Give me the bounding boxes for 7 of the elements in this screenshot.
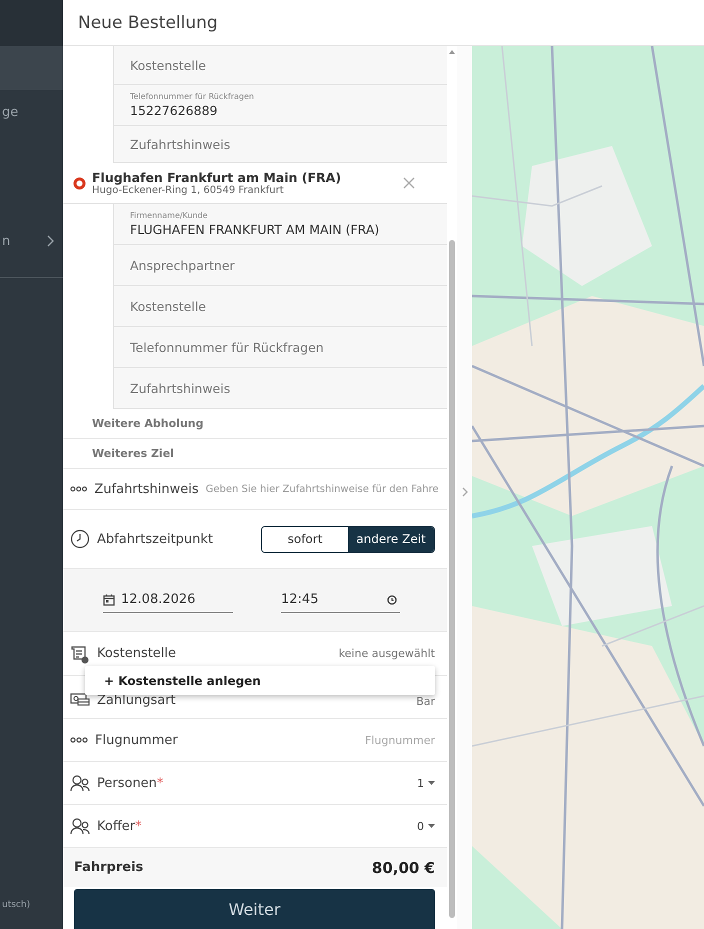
- destination-name: Flughafen Frankfurt am Main (FRA): [92, 170, 342, 185]
- departure-label: Abfahrtszeitpunkt: [97, 532, 214, 546]
- destination-address: Hugo-Eckener-Ring 1, 60549 Frankfurt: [92, 185, 285, 196]
- page-title: Neue Bestellung: [78, 12, 218, 32]
- price-label: Fahrpreis: [74, 860, 144, 875]
- access-note-label: Zufahrtshinweis: [94, 482, 199, 496]
- price-value: 80,00 €: [372, 858, 435, 876]
